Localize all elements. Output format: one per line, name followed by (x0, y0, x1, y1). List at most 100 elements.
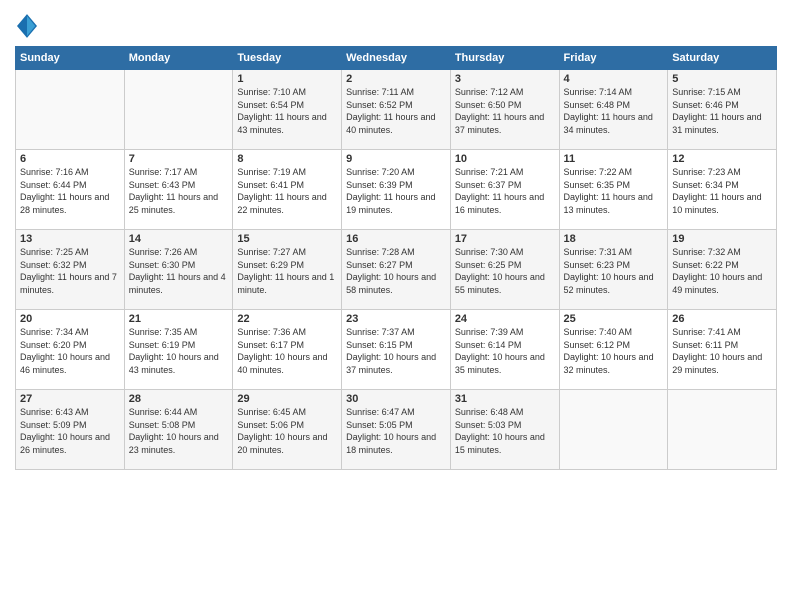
day-number: 14 (129, 233, 229, 245)
day-info: Sunrise: 7:30 AM Sunset: 6:25 PM Dayligh… (455, 246, 555, 296)
calendar-cell: 3Sunrise: 7:12 AM Sunset: 6:50 PM Daylig… (450, 70, 559, 150)
calendar-cell: 23Sunrise: 7:37 AM Sunset: 6:15 PM Dayli… (342, 310, 451, 390)
day-number: 2 (346, 73, 446, 85)
day-info: Sunrise: 7:15 AM Sunset: 6:46 PM Dayligh… (672, 86, 772, 136)
calendar-cell: 26Sunrise: 7:41 AM Sunset: 6:11 PM Dayli… (668, 310, 777, 390)
calendar-cell: 30Sunrise: 6:47 AM Sunset: 5:05 PM Dayli… (342, 390, 451, 470)
day-number: 27 (20, 393, 120, 405)
calendar-cell: 12Sunrise: 7:23 AM Sunset: 6:34 PM Dayli… (668, 150, 777, 230)
calendar-cell: 6Sunrise: 7:16 AM Sunset: 6:44 PM Daylig… (16, 150, 125, 230)
calendar-header-row: SundayMondayTuesdayWednesdayThursdayFrid… (16, 47, 777, 70)
day-number: 13 (20, 233, 120, 245)
column-header-wednesday: Wednesday (342, 47, 451, 70)
calendar-cell: 4Sunrise: 7:14 AM Sunset: 6:48 PM Daylig… (559, 70, 668, 150)
day-number: 18 (564, 233, 664, 245)
calendar-week-3: 13Sunrise: 7:25 AM Sunset: 6:32 PM Dayli… (16, 230, 777, 310)
day-info: Sunrise: 6:44 AM Sunset: 5:08 PM Dayligh… (129, 406, 229, 456)
calendar-cell: 18Sunrise: 7:31 AM Sunset: 6:23 PM Dayli… (559, 230, 668, 310)
day-info: Sunrise: 7:27 AM Sunset: 6:29 PM Dayligh… (237, 246, 337, 296)
logo-icon (17, 14, 37, 38)
day-number: 10 (455, 153, 555, 165)
day-info: Sunrise: 7:41 AM Sunset: 6:11 PM Dayligh… (672, 326, 772, 376)
column-header-monday: Monday (124, 47, 233, 70)
day-number: 5 (672, 73, 772, 85)
day-info: Sunrise: 7:34 AM Sunset: 6:20 PM Dayligh… (20, 326, 120, 376)
day-number: 8 (237, 153, 337, 165)
day-number: 16 (346, 233, 446, 245)
day-info: Sunrise: 7:26 AM Sunset: 6:30 PM Dayligh… (129, 246, 229, 296)
calendar-cell: 13Sunrise: 7:25 AM Sunset: 6:32 PM Dayli… (16, 230, 125, 310)
day-number: 9 (346, 153, 446, 165)
calendar-cell: 17Sunrise: 7:30 AM Sunset: 6:25 PM Dayli… (450, 230, 559, 310)
day-number: 15 (237, 233, 337, 245)
calendar-cell: 1Sunrise: 7:10 AM Sunset: 6:54 PM Daylig… (233, 70, 342, 150)
day-number: 25 (564, 313, 664, 325)
day-info: Sunrise: 7:12 AM Sunset: 6:50 PM Dayligh… (455, 86, 555, 136)
day-info: Sunrise: 7:14 AM Sunset: 6:48 PM Dayligh… (564, 86, 664, 136)
logo (15, 14, 40, 38)
day-number: 20 (20, 313, 120, 325)
calendar-table: SundayMondayTuesdayWednesdayThursdayFrid… (15, 46, 777, 470)
day-number: 31 (455, 393, 555, 405)
day-info: Sunrise: 7:20 AM Sunset: 6:39 PM Dayligh… (346, 166, 446, 216)
day-number: 30 (346, 393, 446, 405)
day-number: 7 (129, 153, 229, 165)
day-info: Sunrise: 7:21 AM Sunset: 6:37 PM Dayligh… (455, 166, 555, 216)
calendar-cell: 21Sunrise: 7:35 AM Sunset: 6:19 PM Dayli… (124, 310, 233, 390)
column-header-saturday: Saturday (668, 47, 777, 70)
day-number: 24 (455, 313, 555, 325)
column-header-tuesday: Tuesday (233, 47, 342, 70)
calendar-week-4: 20Sunrise: 7:34 AM Sunset: 6:20 PM Dayli… (16, 310, 777, 390)
calendar-cell: 27Sunrise: 6:43 AM Sunset: 5:09 PM Dayli… (16, 390, 125, 470)
day-number: 3 (455, 73, 555, 85)
calendar-cell: 10Sunrise: 7:21 AM Sunset: 6:37 PM Dayli… (450, 150, 559, 230)
day-number: 4 (564, 73, 664, 85)
calendar-cell (124, 70, 233, 150)
calendar-cell (16, 70, 125, 150)
calendar-cell (668, 390, 777, 470)
day-info: Sunrise: 7:16 AM Sunset: 6:44 PM Dayligh… (20, 166, 120, 216)
calendar-cell: 2Sunrise: 7:11 AM Sunset: 6:52 PM Daylig… (342, 70, 451, 150)
calendar-cell: 19Sunrise: 7:32 AM Sunset: 6:22 PM Dayli… (668, 230, 777, 310)
day-info: Sunrise: 6:48 AM Sunset: 5:03 PM Dayligh… (455, 406, 555, 456)
day-info: Sunrise: 7:40 AM Sunset: 6:12 PM Dayligh… (564, 326, 664, 376)
day-number: 12 (672, 153, 772, 165)
calendar-cell: 24Sunrise: 7:39 AM Sunset: 6:14 PM Dayli… (450, 310, 559, 390)
day-info: Sunrise: 7:35 AM Sunset: 6:19 PM Dayligh… (129, 326, 229, 376)
day-info: Sunrise: 7:23 AM Sunset: 6:34 PM Dayligh… (672, 166, 772, 216)
calendar-body: 1Sunrise: 7:10 AM Sunset: 6:54 PM Daylig… (16, 70, 777, 470)
day-number: 1 (237, 73, 337, 85)
day-number: 23 (346, 313, 446, 325)
day-number: 28 (129, 393, 229, 405)
column-header-sunday: Sunday (16, 47, 125, 70)
day-info: Sunrise: 7:19 AM Sunset: 6:41 PM Dayligh… (237, 166, 337, 216)
day-info: Sunrise: 7:28 AM Sunset: 6:27 PM Dayligh… (346, 246, 446, 296)
calendar-cell: 5Sunrise: 7:15 AM Sunset: 6:46 PM Daylig… (668, 70, 777, 150)
calendar-cell: 20Sunrise: 7:34 AM Sunset: 6:20 PM Dayli… (16, 310, 125, 390)
day-info: Sunrise: 7:39 AM Sunset: 6:14 PM Dayligh… (455, 326, 555, 376)
calendar-week-5: 27Sunrise: 6:43 AM Sunset: 5:09 PM Dayli… (16, 390, 777, 470)
calendar-cell: 14Sunrise: 7:26 AM Sunset: 6:30 PM Dayli… (124, 230, 233, 310)
day-info: Sunrise: 7:37 AM Sunset: 6:15 PM Dayligh… (346, 326, 446, 376)
day-number: 19 (672, 233, 772, 245)
day-info: Sunrise: 7:11 AM Sunset: 6:52 PM Dayligh… (346, 86, 446, 136)
day-info: Sunrise: 6:45 AM Sunset: 5:06 PM Dayligh… (237, 406, 337, 456)
day-number: 17 (455, 233, 555, 245)
calendar-cell: 29Sunrise: 6:45 AM Sunset: 5:06 PM Dayli… (233, 390, 342, 470)
day-info: Sunrise: 7:31 AM Sunset: 6:23 PM Dayligh… (564, 246, 664, 296)
calendar-cell: 22Sunrise: 7:36 AM Sunset: 6:17 PM Dayli… (233, 310, 342, 390)
day-number: 29 (237, 393, 337, 405)
day-number: 22 (237, 313, 337, 325)
page-header (15, 10, 777, 38)
calendar-cell: 31Sunrise: 6:48 AM Sunset: 5:03 PM Dayli… (450, 390, 559, 470)
calendar-cell: 25Sunrise: 7:40 AM Sunset: 6:12 PM Dayli… (559, 310, 668, 390)
day-number: 26 (672, 313, 772, 325)
calendar-cell: 15Sunrise: 7:27 AM Sunset: 6:29 PM Dayli… (233, 230, 342, 310)
column-header-friday: Friday (559, 47, 668, 70)
day-info: Sunrise: 7:22 AM Sunset: 6:35 PM Dayligh… (564, 166, 664, 216)
calendar-week-2: 6Sunrise: 7:16 AM Sunset: 6:44 PM Daylig… (16, 150, 777, 230)
calendar-cell: 16Sunrise: 7:28 AM Sunset: 6:27 PM Dayli… (342, 230, 451, 310)
calendar-week-1: 1Sunrise: 7:10 AM Sunset: 6:54 PM Daylig… (16, 70, 777, 150)
day-info: Sunrise: 6:47 AM Sunset: 5:05 PM Dayligh… (346, 406, 446, 456)
calendar-cell: 11Sunrise: 7:22 AM Sunset: 6:35 PM Dayli… (559, 150, 668, 230)
